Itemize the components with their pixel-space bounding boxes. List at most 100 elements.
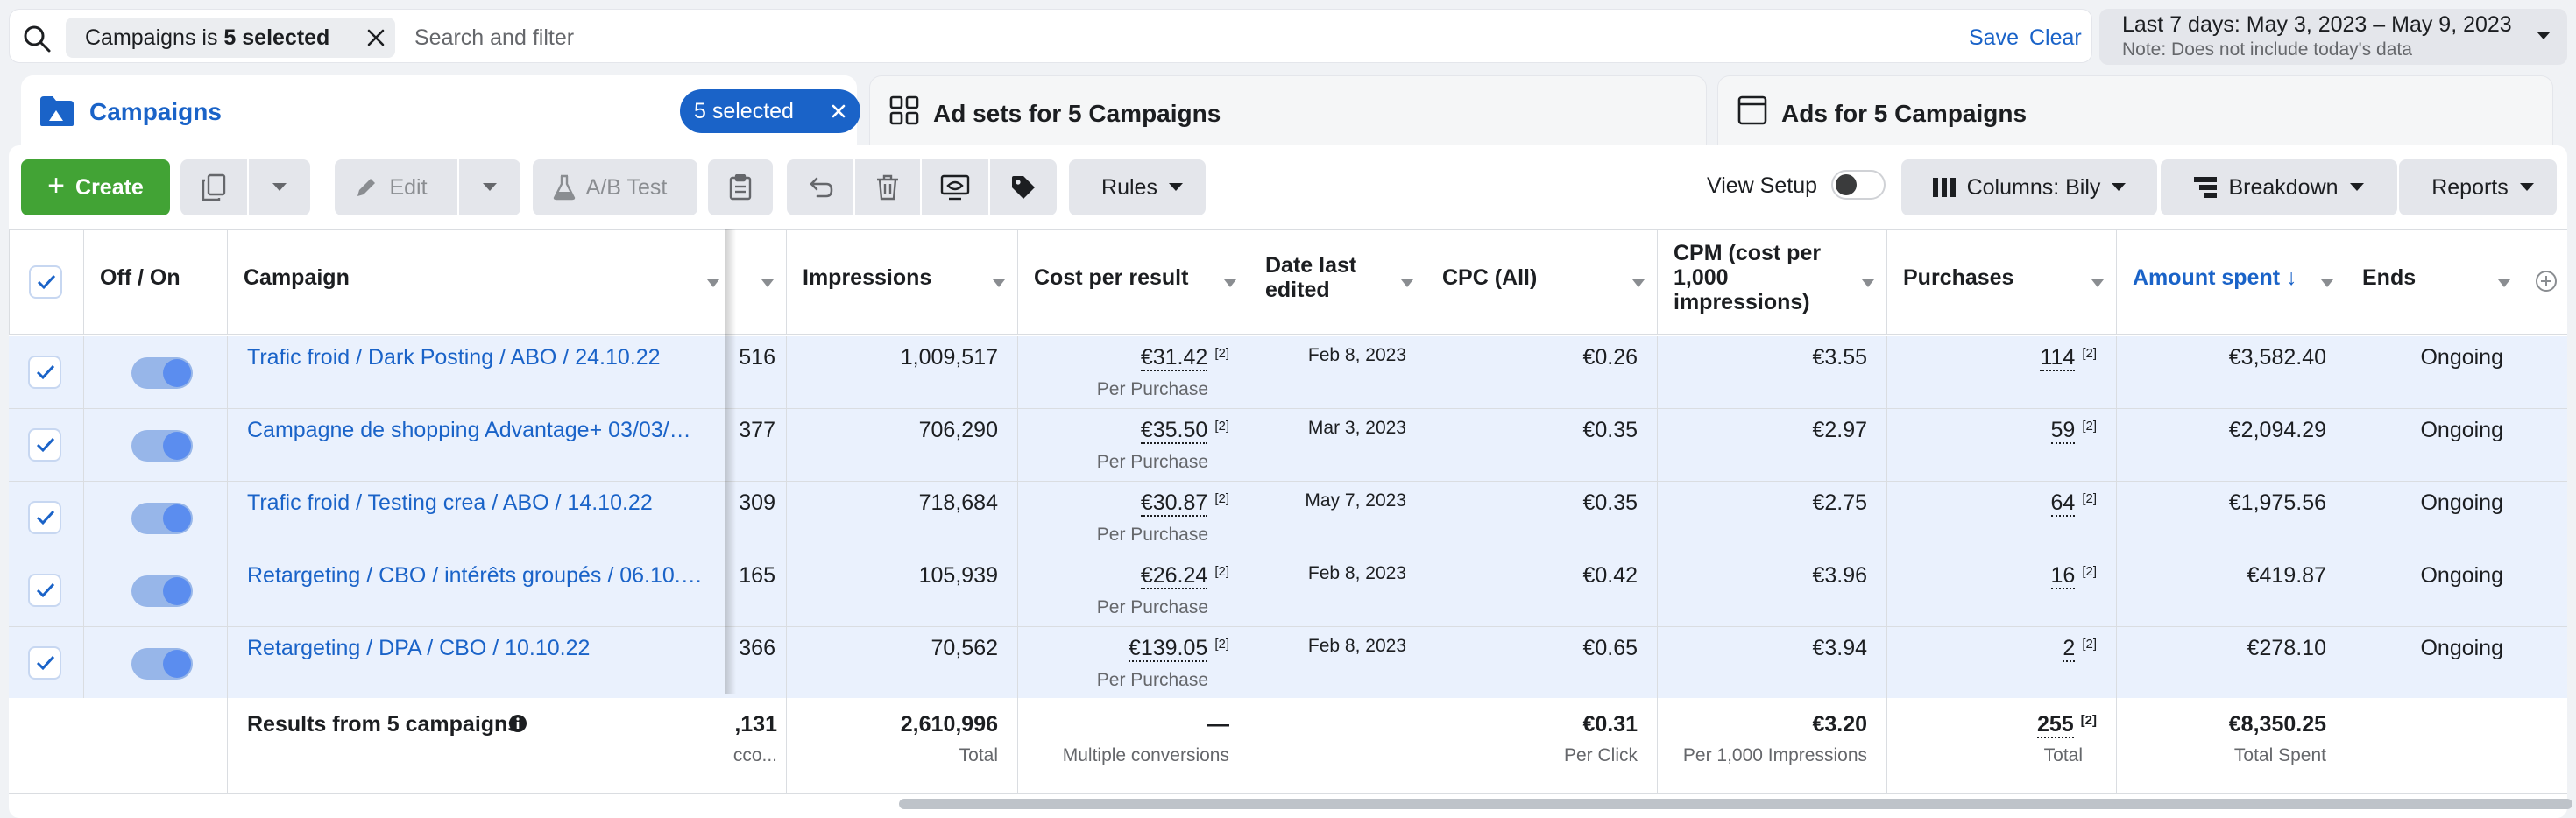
column-header-cpc[interactable]: CPC (All) <box>1426 229 1658 335</box>
totals-purchases-number[interactable]: 255 <box>2036 712 2074 738</box>
column-header-cost-per-result[interactable]: Cost per result <box>1018 229 1249 335</box>
column-menu-caret-icon[interactable] <box>2091 279 2104 287</box>
edit-dropdown-button[interactable] <box>459 159 520 215</box>
column-menu-caret-icon[interactable] <box>2498 279 2510 287</box>
info-icon[interactable] <box>508 714 527 733</box>
duplicate-button[interactable] <box>180 159 247 215</box>
column-header-campaign[interactable]: Campaign <box>228 229 732 335</box>
column-header-ends[interactable]: Ends <box>2346 229 2523 335</box>
close-icon[interactable] <box>831 103 846 119</box>
toggle-knob <box>163 359 191 387</box>
save-filter-link[interactable]: Save <box>1969 25 2019 51</box>
column-menu-caret-icon[interactable] <box>1224 279 1236 287</box>
reports-button[interactable]: Reports <box>2399 159 2557 215</box>
cost-per-result-number[interactable]: €31.42 <box>1140 345 1208 371</box>
row-checkbox[interactable] <box>28 646 61 680</box>
tag-button[interactable] <box>990 159 1057 215</box>
table-row[interactable]: Retargeting / CBO / intérêts groupés / 0… <box>9 554 2567 627</box>
caret-down-icon <box>2519 182 2535 193</box>
date-last-edited-value: Mar 3, 2023 <box>1307 418 1406 438</box>
column-menu-caret-icon[interactable] <box>761 279 774 287</box>
tab-ads[interactable]: Ads for 5 Campaigns <box>1717 75 2553 145</box>
column-menu-caret-icon[interactable] <box>1862 279 1874 287</box>
tab-ad-sets[interactable]: Ad sets for 5 Campaigns <box>869 75 1707 145</box>
column-header-partial[interactable] <box>732 229 787 335</box>
select-all-header <box>9 229 84 335</box>
campaign-on-off-toggle[interactable] <box>131 357 193 389</box>
columns-button[interactable]: Columns: Bily <box>1901 159 2157 215</box>
purchases-number[interactable]: 59 <box>2050 418 2076 444</box>
tab-campaigns[interactable]: Campaigns 5 selected <box>21 75 860 145</box>
column-menu-caret-icon[interactable] <box>1632 279 1645 287</box>
cost-per-result-number[interactable]: €35.50 <box>1140 418 1208 444</box>
add-column-icon[interactable] <box>2535 270 2558 293</box>
create-button[interactable]: + Create <box>21 159 170 215</box>
cost-per-result-number[interactable]: €139.05 <box>1128 636 1208 662</box>
campaign-on-off-toggle[interactable] <box>131 430 193 462</box>
purchases-number[interactable]: 2 <box>2063 636 2076 662</box>
row-checkbox[interactable] <box>28 428 61 462</box>
campaign-name-link[interactable]: Retargeting / CBO / intérêts groupés / 0… <box>247 563 703 589</box>
add-column-header[interactable] <box>2523 229 2567 335</box>
campaign-on-off-toggle[interactable] <box>131 575 193 607</box>
date-range-picker[interactable]: Last 7 days: May 3, 2023 – May 9, 2023 N… <box>2099 9 2567 65</box>
clear-filter-link[interactable]: Clear <box>2029 25 2082 51</box>
campaign-name-link[interactable]: Trafic froid / Testing crea / ABO / 14.1… <box>247 490 703 516</box>
cost-per-result-number[interactable]: €30.87 <box>1140 490 1208 517</box>
ab-test-label: A/B Test <box>585 174 668 200</box>
ends-cell: Ongoing <box>2346 482 2523 554</box>
ab-test-button[interactable]: A/B Test <box>533 159 697 215</box>
preview-button[interactable] <box>922 159 988 215</box>
totals-spent-sub: Total Spent <box>2233 745 2326 765</box>
table-row[interactable]: Campagne de shopping Advantage+ 03/03/20… <box>9 409 2567 482</box>
campaign-on-off-toggle[interactable] <box>131 503 193 534</box>
column-header-purchases[interactable]: Purchases <box>1887 229 2117 335</box>
column-header-cpm[interactable]: CPM (cost per 1,000 impressions) <box>1658 229 1887 335</box>
close-icon[interactable] <box>365 27 386 48</box>
cost-per-result-cell: €30.87 [2] Per Purchase <box>1018 482 1249 554</box>
table-row[interactable]: Retargeting / DPA / CBO / 10.10.22 366 70,… <box>9 627 2567 700</box>
amount-spent-value: €3,582.40 <box>2228 345 2326 370</box>
column-menu-caret-icon[interactable] <box>2321 279 2333 287</box>
edit-button[interactable]: Edit <box>335 159 457 215</box>
column-header-impressions[interactable]: Impressions <box>787 229 1018 335</box>
totals-impressions: 2,610,996 Total <box>787 698 1018 794</box>
duplicate-dropdown-button[interactable] <box>249 159 310 215</box>
undo-button[interactable] <box>787 159 853 215</box>
breakdown-button[interactable]: Breakdown <box>2161 159 2397 215</box>
column-menu-caret-icon[interactable] <box>707 279 719 287</box>
purchases-number[interactable]: 64 <box>2050 490 2076 517</box>
partial-column-cell: 165 <box>732 554 787 627</box>
horizontal-scrollbar[interactable] <box>899 799 2572 809</box>
row-checkbox[interactable] <box>28 356 61 389</box>
campaign-name-link[interactable]: Campagne de shopping Advantage+ 03/03/20… <box>247 418 703 443</box>
table-row[interactable]: Trafic froid / Dark Posting / ABO / 24.1… <box>9 336 2567 409</box>
column-header-date-last-edited[interactable]: Date last edited <box>1249 229 1426 335</box>
campaign-on-off-toggle[interactable] <box>131 648 193 680</box>
cost-per-result-number[interactable]: €26.24 <box>1140 563 1208 589</box>
select-all-checkbox[interactable] <box>29 265 62 299</box>
column-menu-caret-icon[interactable] <box>993 279 1005 287</box>
view-setup-toggle[interactable] <box>1831 170 1886 200</box>
campaign-name-link[interactable]: Retargeting / DPA / CBO / 10.10.22 <box>247 636 703 661</box>
search-input[interactable]: Search and filter <box>414 25 574 51</box>
amount-spent-value: €278.10 <box>2247 636 2326 660</box>
cost-per-result-value: €26.24 [2] <box>1140 563 1229 589</box>
row-checkbox[interactable] <box>28 574 61 607</box>
delete-button[interactable] <box>855 159 920 215</box>
row-toggle-cell <box>84 409 228 482</box>
ad-page-icon <box>1737 95 1767 125</box>
rules-button[interactable]: Rules <box>1069 159 1206 215</box>
row-checkbox[interactable] <box>28 501 61 534</box>
filter-chip-campaigns[interactable]: Campaigns is 5 selected <box>66 18 395 58</box>
table-row[interactable]: Trafic froid / Testing crea / ABO / 14.1… <box>9 482 2567 554</box>
clipboard-button[interactable] <box>708 159 773 215</box>
purchases-number[interactable]: 16 <box>2050 563 2076 589</box>
column-header-amount-spent[interactable]: Amount spent ↓ <box>2117 229 2346 335</box>
column-menu-caret-icon[interactable] <box>1401 279 1413 287</box>
purchases-number[interactable]: 114 <box>2040 345 2076 371</box>
column-header-off-on[interactable]: Off / On <box>84 229 228 335</box>
selected-count-badge[interactable]: 5 selected <box>680 89 860 133</box>
cost-per-result-cell: €31.42 [2] Per Purchase <box>1018 336 1249 409</box>
campaign-name-link[interactable]: Trafic froid / Dark Posting / ABO / 24.1… <box>247 345 703 370</box>
